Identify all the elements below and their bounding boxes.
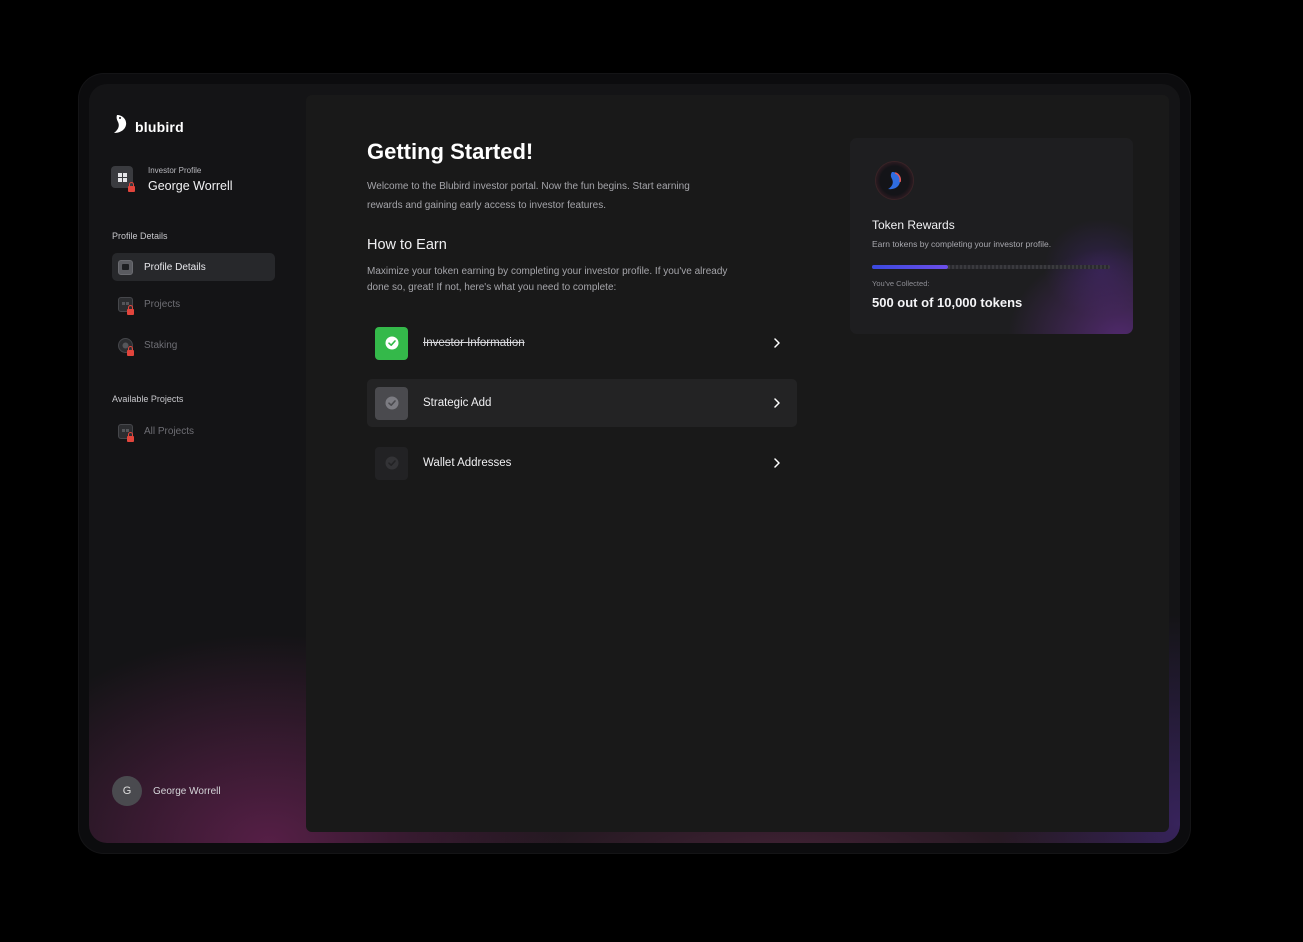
user-name: George Worrell [153, 785, 221, 797]
user-menu[interactable]: G George Worrell [112, 776, 221, 806]
sidebar-item-all-projects[interactable]: All Projects [112, 417, 275, 445]
lock-icon [128, 182, 135, 192]
rewards-progress-fill [872, 265, 949, 269]
page-title: Getting Started! [367, 139, 534, 164]
token-rewards-card: Token Rewards Earn tokens by completing … [850, 138, 1133, 334]
sidebar-item-projects[interactable]: Projects [112, 290, 275, 318]
section-title-profile-details: Profile Details [112, 231, 168, 241]
projects-icon [118, 423, 134, 442]
lock-icon [127, 345, 134, 356]
rewards-progress-bar [872, 265, 1110, 269]
bird-logo-icon [111, 114, 129, 139]
check-circle-icon [375, 386, 408, 420]
lock-icon [127, 304, 134, 315]
token-coin-icon [876, 162, 913, 199]
check-circle-icon [375, 326, 408, 360]
sidebar-item-label: Staking [144, 339, 178, 351]
sidebar-item-label: Profile Details [144, 261, 206, 273]
check-circle-icon [375, 446, 408, 480]
grid-icon [111, 166, 135, 192]
task-strategic-add[interactable]: Strategic Add [367, 379, 797, 427]
task-label: Investor Information [423, 337, 525, 349]
how-to-earn-text: Maximize your token earning by completin… [367, 266, 728, 293]
collected-label: You've Collected: [872, 279, 930, 288]
brand[interactable]: blubird [111, 114, 184, 139]
profile-label: Investor Profile [148, 166, 202, 175]
how-to-earn-heading: How to Earn [367, 237, 447, 253]
chevron-right-icon [769, 335, 785, 351]
sidebar-item-staking[interactable]: Staking [112, 331, 275, 359]
chevron-right-icon [769, 395, 785, 411]
lock-icon [127, 431, 134, 442]
intro-text: Welcome to the Blubird investor portal. … [367, 181, 690, 211]
projects-icon [118, 296, 134, 315]
section-title-available-projects: Available Projects [112, 394, 184, 404]
sidebar-item-profile-details[interactable]: Profile Details [112, 253, 275, 281]
avatar: G [112, 776, 142, 806]
task-label: Wallet Addresses [423, 457, 512, 469]
app-window: blubird Investor Profile George Worrell … [89, 84, 1180, 843]
chevron-right-icon [769, 455, 785, 471]
task-wallet-addresses[interactable]: Wallet Addresses [367, 439, 797, 487]
brand-name: blubird [135, 118, 184, 135]
id-card-icon [118, 259, 133, 275]
task-investor-information[interactable]: Investor Information [367, 319, 797, 367]
task-label: Strategic Add [423, 397, 492, 409]
sidebar: blubird Investor Profile George Worrell … [89, 84, 305, 843]
sidebar-item-label: All Projects [144, 425, 195, 437]
profile-name: George Worrell [148, 179, 233, 193]
collected-value: 500 out of 10,000 tokens [872, 295, 1023, 310]
staking-icon [118, 337, 134, 356]
main-content: Getting Started! Welcome to the Blubird … [306, 95, 1169, 832]
rewards-subtitle: Earn tokens by completing your investor … [872, 239, 1052, 249]
investor-profile[interactable]: Investor Profile George Worrell [111, 166, 233, 193]
rewards-title: Token Rewards [872, 218, 955, 232]
sidebar-item-label: Projects [144, 298, 181, 310]
